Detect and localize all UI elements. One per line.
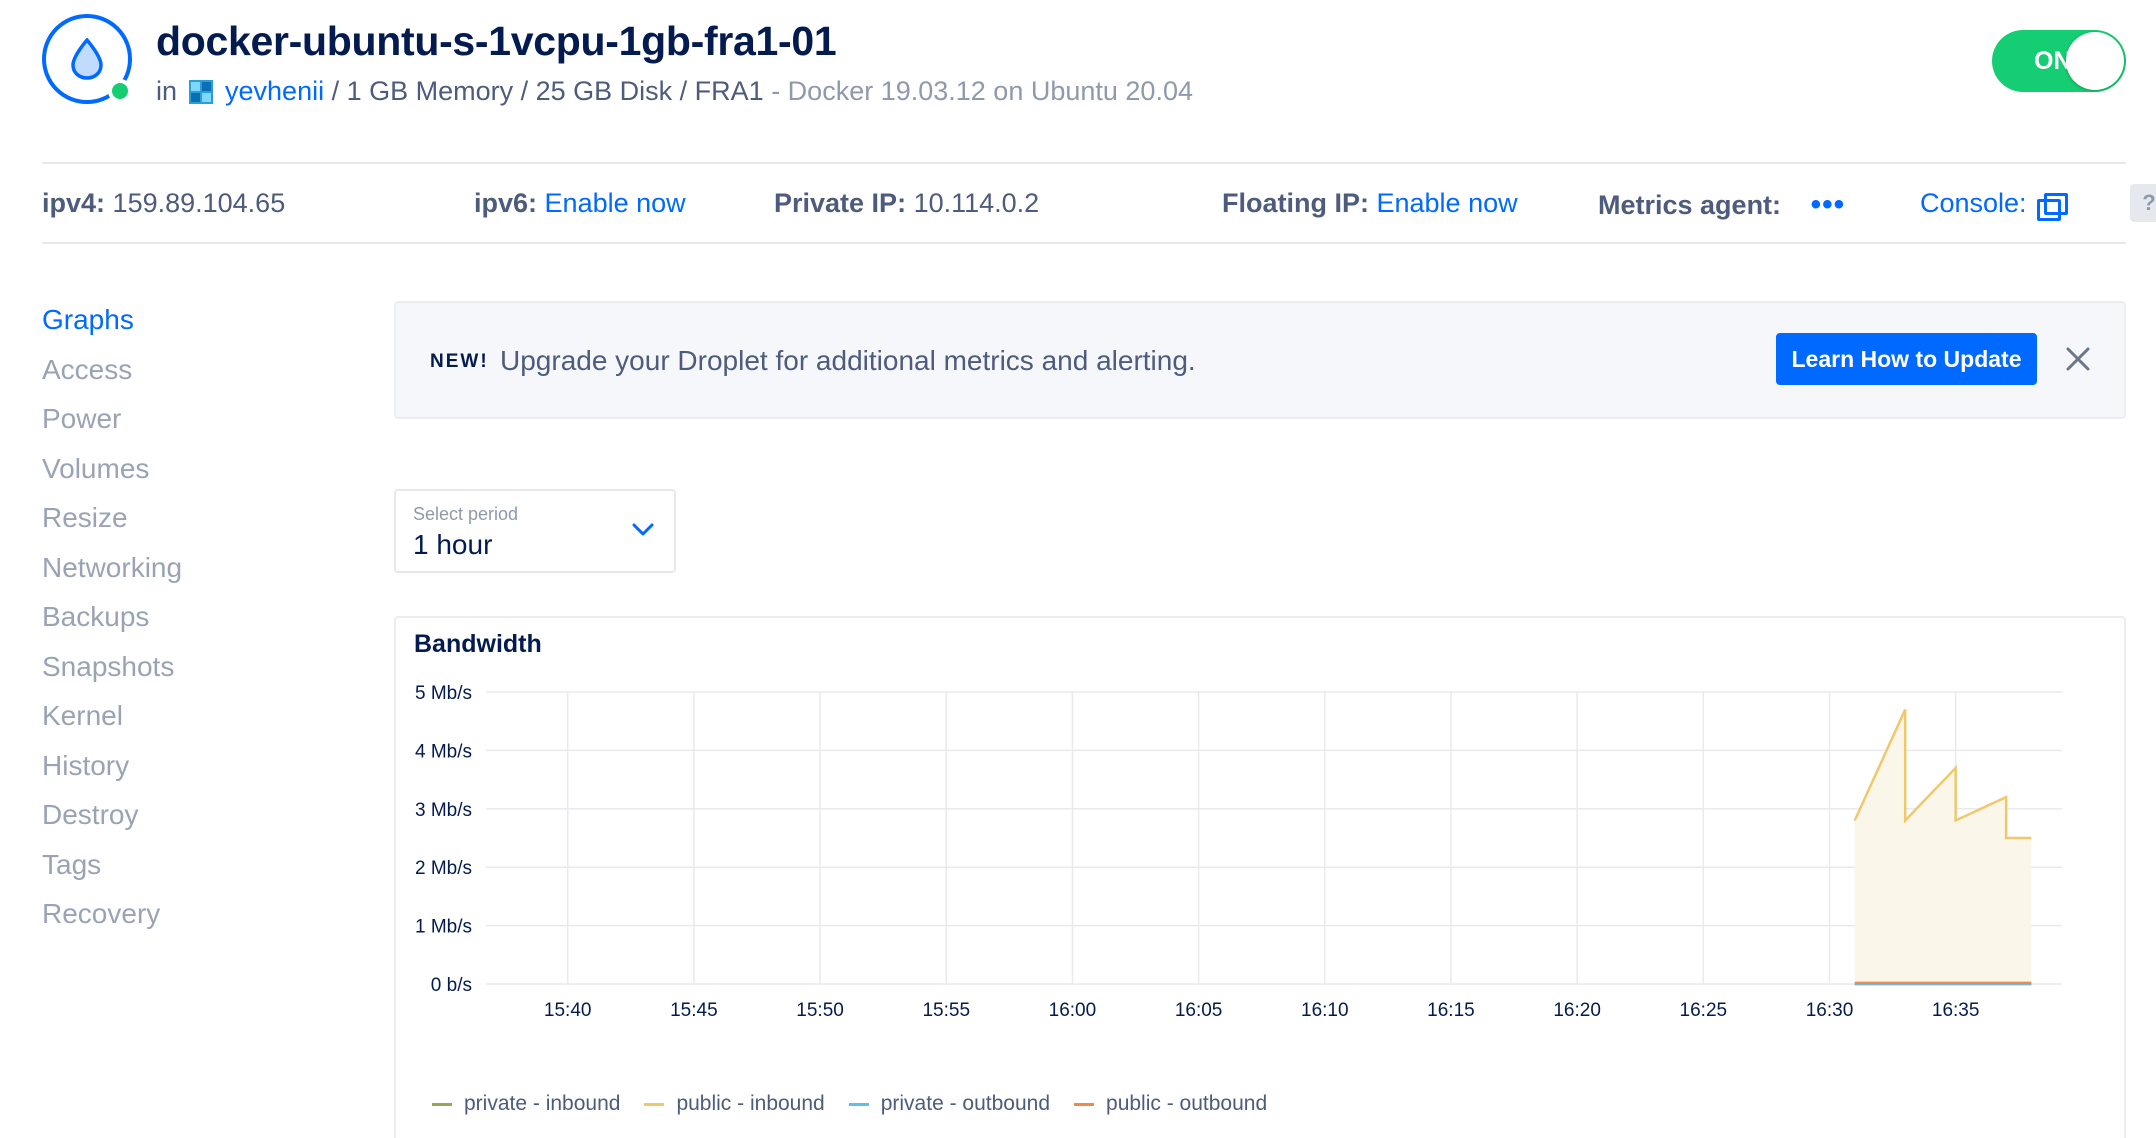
floating-ip-info: Floating IP: Enable now [1222, 188, 1518, 219]
bandwidth-chart-card: 0 b/s 1 Mb/s 2 Mb/s 3 Mb/s 4 Mb/s 5 Mb/s 15:40… [394, 616, 2126, 1138]
power-toggle[interactable]: ON [1992, 30, 2126, 92]
sidebar-item-volumes[interactable]: Volumes [42, 449, 182, 499]
x-tick-label: 16:25 [1680, 1000, 1728, 1021]
sidebar-item-access[interactable]: Access [42, 350, 182, 400]
x-tick-label: 15:50 [796, 1000, 844, 1021]
sidebar-item-kernel[interactable]: Kernel [42, 696, 182, 746]
private-ip-label: Private IP: [774, 188, 907, 218]
legend-item[interactable]: private - inbound [432, 1092, 620, 1116]
y-tick-label: 3 Mb/s [415, 800, 472, 821]
x-tick-label: 16:00 [1049, 1000, 1097, 1021]
status-online-indicator [108, 79, 132, 103]
team-icon [189, 79, 214, 104]
x-tick-label: 16:35 [1932, 1000, 1980, 1021]
new-badge: NEW! [430, 351, 489, 372]
droplet-specs: / 1 GB Memory / 25 GB Disk / FRA1 [324, 76, 764, 106]
x-tick-label: 16:05 [1175, 1000, 1223, 1021]
legend-swatch [644, 1102, 665, 1106]
floating-ip-enable-link[interactable]: Enable now [1377, 188, 1518, 218]
legend-label: private - inbound [464, 1092, 621, 1115]
droplet-image: - Docker 19.03.12 on Ubuntu 20.04 [763, 76, 1193, 106]
sidebar-item-destroy[interactable]: Destroy [42, 795, 182, 845]
legend-item[interactable]: public - inbound [644, 1092, 825, 1116]
sidebar-item-history[interactable]: History [42, 746, 182, 796]
droplet-icon [71, 38, 103, 80]
ipv4-label: ipv4: [42, 188, 106, 218]
sidebar-item-graphs[interactable]: Graphs [42, 300, 182, 350]
x-tick-label: 16:20 [1553, 1000, 1601, 1021]
sidebar-item-snapshots[interactable]: Snapshots [42, 647, 182, 697]
upgrade-banner: NEW! Upgrade your Droplet for additional… [394, 301, 2126, 419]
help-button[interactable]: ? [2130, 184, 2156, 222]
in-label: in [156, 76, 178, 106]
chevron-down-icon [632, 523, 654, 536]
period-select-value: 1 hour [413, 529, 493, 560]
console-label[interactable]: Console: [1920, 188, 2027, 218]
ipv4-info: ipv4: 159.89.104.65 [42, 188, 285, 219]
y-tick-label: 5 Mb/s [415, 683, 472, 704]
ipv6-label: ipv6: [474, 188, 538, 218]
x-tick-label: 15:55 [922, 1000, 970, 1021]
sidebar-item-resize[interactable]: Resize [42, 498, 182, 548]
ipv4-value[interactable]: 159.89.104.65 [113, 188, 286, 218]
private-ip-value[interactable]: 10.114.0.2 [914, 188, 1040, 218]
legend-label: public - outbound [1106, 1092, 1268, 1115]
x-tick-label: 16:15 [1427, 1000, 1475, 1021]
console-link[interactable]: Console: [1920, 188, 2068, 221]
sidebar-item-backups[interactable]: Backups [42, 597, 182, 647]
sidebar-item-tags[interactable]: Tags [42, 845, 182, 895]
legend-swatch [432, 1102, 452, 1106]
power-toggle-knob [2066, 32, 2124, 90]
sidebar-item-recovery[interactable]: Recovery [42, 894, 182, 944]
sidebar-item-networking[interactable]: Networking [42, 548, 182, 598]
legend-swatch [1074, 1102, 1095, 1106]
droplet-title: docker-ubuntu-s-1vcpu-1gb-fra1-01 [156, 18, 837, 64]
x-tick-label: 15:40 [544, 1000, 592, 1021]
legend-item[interactable]: public - outbound [1074, 1092, 1267, 1116]
legend-item[interactable]: private - outbound [848, 1092, 1051, 1116]
y-tick-label: 1 Mb/s [415, 917, 472, 938]
banner-message: Upgrade your Droplet for additional metr… [500, 345, 1196, 376]
droplet-subline: in yevhenii / 1 GB Memory / 25 GB Disk /… [156, 76, 1193, 107]
period-select-label: Select period [413, 504, 519, 524]
network-info-bar: ipv4: 159.89.104.65 ipv6: Enable now Pri… [42, 162, 2156, 244]
close-icon[interactable] [2062, 343, 2094, 375]
droplet-sidebar-nav: Graphs Access Power Volumes Resize Networking… [42, 300, 182, 944]
floating-ip-label: Floating IP: [1222, 188, 1369, 218]
x-tick-label: 16:10 [1301, 1000, 1349, 1021]
sidebar-item-power[interactable]: Power [42, 399, 182, 449]
metrics-agent-info: Metrics agent: ••• [1598, 188, 1845, 222]
chart-legend: private - inbound public - inbound private… [432, 1092, 1267, 1116]
legend-label: private - outbound [880, 1092, 1051, 1115]
chart-title: Bandwidth [414, 630, 542, 658]
team-link[interactable]: yevhenii [225, 76, 324, 107]
x-tick-label: 15:45 [670, 1000, 718, 1021]
y-tick-label: 2 Mb/s [415, 858, 472, 879]
external-window-icon[interactable] [2036, 192, 2068, 221]
metrics-agent-loading-icon: ••• [1810, 188, 1846, 221]
learn-how-to-update-button[interactable]: Learn How to Update [1776, 333, 2037, 385]
private-ip-info: Private IP: 10.114.0.2 [774, 188, 1039, 219]
ipv6-info: ipv6: Enable now [474, 188, 686, 219]
legend-swatch [848, 1102, 869, 1106]
legend-label: public - inbound [676, 1092, 825, 1115]
metrics-agent-label: Metrics agent: [1598, 190, 1782, 220]
bandwidth-chart: 0 b/s 1 Mb/s 2 Mb/s 3 Mb/s 4 Mb/s 5 Mb/s 15:40… [415, 683, 2062, 1021]
period-select[interactable]: Select period 1 hour [394, 489, 676, 573]
ipv6-enable-link[interactable]: Enable now [545, 188, 686, 218]
y-tick-label: 0 b/s [431, 975, 472, 996]
y-tick-label: 4 Mb/s [415, 741, 472, 762]
x-tick-label: 16:30 [1806, 1000, 1854, 1021]
